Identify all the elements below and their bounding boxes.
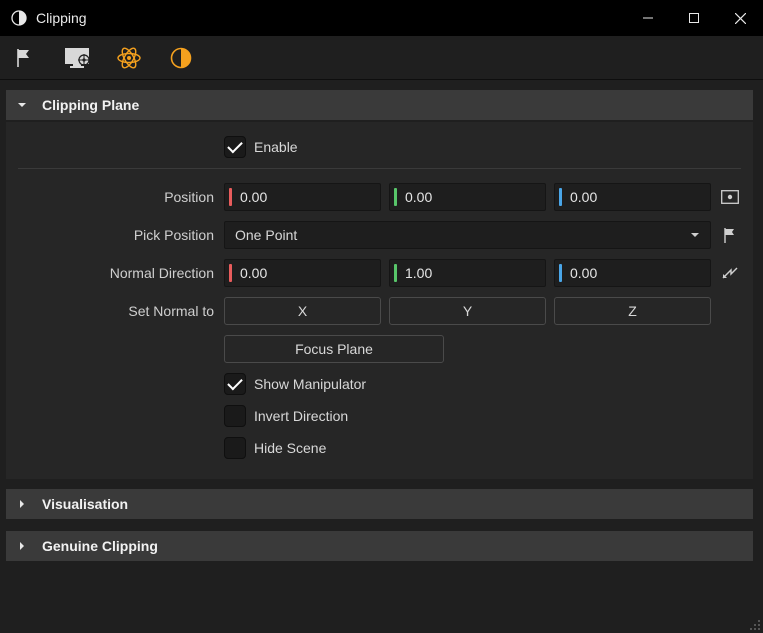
- position-x-input[interactable]: 0.00: [224, 183, 381, 211]
- position-z-input[interactable]: 0.00: [554, 183, 711, 211]
- toolbar: [0, 36, 763, 80]
- hide-scene-checkbox[interactable]: [224, 437, 246, 459]
- dropdown-value: One Point: [235, 227, 297, 243]
- minimize-button[interactable]: [625, 0, 671, 36]
- enable-checkbox[interactable]: [224, 136, 246, 158]
- set-normal-x-button[interactable]: X: [224, 297, 381, 325]
- half-circle-icon[interactable]: [164, 41, 198, 75]
- close-button[interactable]: [717, 0, 763, 36]
- section-header-genuine-clipping[interactable]: Genuine Clipping: [6, 531, 753, 561]
- panel-body: Clipping Plane Enable Position 0.00 0.00…: [0, 80, 763, 633]
- invert-direction-checkbox[interactable]: [224, 405, 246, 427]
- clipping-plane-content: Enable Position 0.00 0.00 0.00 Pick Posi…: [6, 122, 753, 479]
- section-title: Visualisation: [42, 496, 128, 512]
- link-box-icon[interactable]: [719, 186, 741, 208]
- chevron-down-icon: [690, 227, 700, 243]
- separator: [18, 168, 741, 169]
- caret-down-icon: [16, 100, 28, 110]
- enable-label: Enable: [254, 139, 298, 155]
- section-header-visualisation[interactable]: Visualisation: [6, 489, 753, 519]
- caret-right-icon: [16, 499, 28, 509]
- normal-direction-label: Normal Direction: [18, 265, 224, 281]
- position-label: Position: [18, 189, 224, 205]
- position-y-input[interactable]: 0.00: [389, 183, 546, 211]
- resize-grip[interactable]: [747, 617, 761, 631]
- section-title: Genuine Clipping: [42, 538, 158, 554]
- section-title: Clipping Plane: [42, 97, 139, 113]
- maximize-button[interactable]: [671, 0, 717, 36]
- caret-right-icon: [16, 541, 28, 551]
- section-header-clipping-plane[interactable]: Clipping Plane: [6, 90, 753, 120]
- pick-flag-icon[interactable]: [719, 224, 741, 246]
- pick-position-label: Pick Position: [18, 227, 224, 243]
- normal-x-input[interactable]: 0.00: [224, 259, 381, 287]
- normal-y-input[interactable]: 1.00: [389, 259, 546, 287]
- show-manipulator-label: Show Manipulator: [254, 376, 366, 392]
- titlebar: Clipping: [0, 0, 763, 36]
- hide-scene-label: Hide Scene: [254, 440, 326, 456]
- set-normal-y-button[interactable]: Y: [389, 297, 546, 325]
- invert-direction-label: Invert Direction: [254, 408, 348, 424]
- focus-plane-button[interactable]: Focus Plane: [224, 335, 444, 363]
- pick-normal-icon[interactable]: [719, 262, 741, 284]
- window-title: Clipping: [36, 10, 87, 26]
- show-manipulator-checkbox[interactable]: [224, 373, 246, 395]
- half-circle-icon: [10, 9, 28, 27]
- normal-z-input[interactable]: 0.00: [554, 259, 711, 287]
- atom-icon[interactable]: [112, 41, 146, 75]
- set-normal-label: Set Normal to: [18, 303, 224, 319]
- set-normal-z-button[interactable]: Z: [554, 297, 711, 325]
- flag-icon[interactable]: [8, 41, 42, 75]
- screen-target-icon[interactable]: [60, 41, 94, 75]
- pick-position-dropdown[interactable]: One Point: [224, 221, 711, 249]
